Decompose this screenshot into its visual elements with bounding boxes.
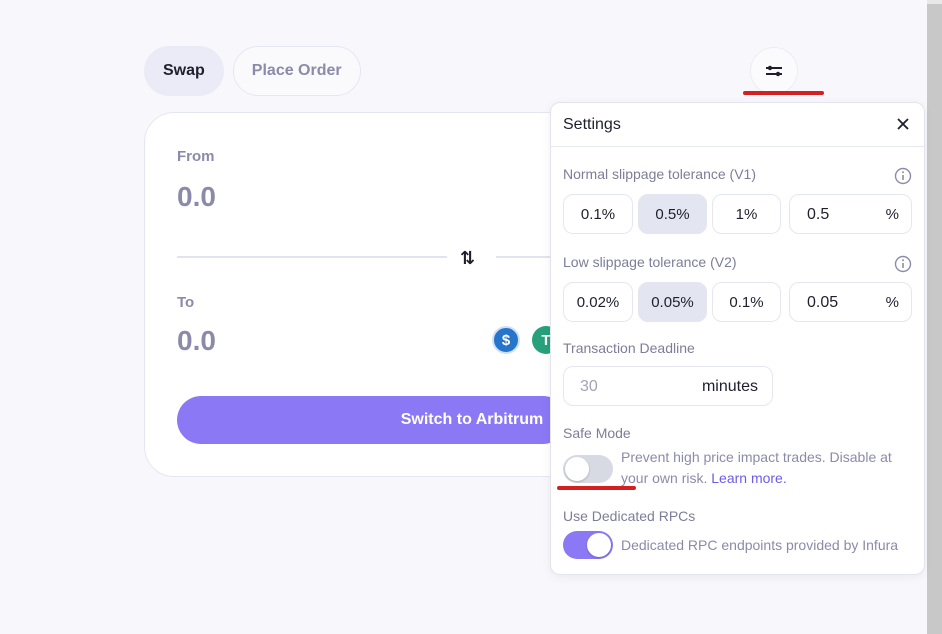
close-icon[interactable] <box>894 115 912 133</box>
usdc-coin-icon[interactable]: $ <box>492 326 520 354</box>
swap-direction-icon[interactable]: ⇅ <box>460 248 475 269</box>
low-slippage-option[interactable]: 0.1% <box>712 282 781 322</box>
page-scrollbar[interactable] <box>927 0 942 634</box>
low-slippage-custom-input[interactable]: 0.05 % <box>789 282 912 322</box>
percent-unit: % <box>885 294 899 311</box>
safe-mode-label: Safe Mode <box>563 425 631 441</box>
low-slippage-label: Low slippage tolerance (V2) <box>563 254 737 270</box>
settings-header: Settings <box>551 103 924 147</box>
normal-slippage-label: Normal slippage tolerance (V1) <box>563 166 756 182</box>
dedicated-rpcs-toggle[interactable] <box>563 531 613 559</box>
settings-panel: Settings Normal slippage tolerance (V1) … <box>550 102 925 575</box>
custom-value: 0.5 <box>807 206 830 223</box>
info-icon[interactable] <box>894 167 912 185</box>
annotation-underline-safe-mode <box>557 486 636 490</box>
divider-right <box>496 256 556 258</box>
low-slippage-option[interactable]: 0.05% <box>638 282 707 322</box>
normal-slippage-custom-input[interactable]: 0.5 % <box>789 194 912 234</box>
normal-slippage-option[interactable]: 0.5% <box>638 194 707 234</box>
deadline-input[interactable]: 30 minutes <box>563 366 773 406</box>
switch-network-button[interactable]: Switch to Arbitrum <box>177 396 567 444</box>
deadline-label: Transaction Deadline <box>563 340 695 356</box>
dedicated-rpcs-description: Dedicated RPC endpoints provided by Infu… <box>621 537 899 553</box>
deadline-placeholder: 30 <box>580 378 598 395</box>
from-amount-input[interactable]: 0.0 <box>177 181 216 213</box>
safe-mode-toggle[interactable] <box>563 455 613 483</box>
to-label: To <box>177 294 195 311</box>
custom-value: 0.05 <box>807 294 839 311</box>
deadline-unit: minutes <box>701 378 758 395</box>
percent-unit: % <box>885 206 899 223</box>
divider-left <box>177 256 447 258</box>
from-label: From <box>177 148 215 165</box>
mode-tabs: Swap Place Order <box>144 46 361 96</box>
normal-slippage-option[interactable]: 0.1% <box>563 194 633 234</box>
toggle-knob <box>587 533 611 557</box>
annotation-underline-settings <box>743 91 824 95</box>
scrollbar-top <box>927 0 942 4</box>
to-amount-input[interactable]: 0.0 <box>177 325 216 357</box>
low-slippage-option[interactable]: 0.02% <box>563 282 633 322</box>
settings-title: Settings <box>563 116 621 133</box>
info-icon[interactable] <box>894 255 912 273</box>
tab-place-order[interactable]: Place Order <box>232 46 361 96</box>
dedicated-rpcs-label: Use Dedicated RPCs <box>563 508 696 524</box>
toggle-knob <box>565 457 589 481</box>
normal-slippage-option[interactable]: 1% <box>712 194 781 234</box>
sliders-icon <box>766 65 782 77</box>
settings-button[interactable] <box>750 47 798 95</box>
learn-more-link[interactable]: Learn more. <box>711 470 786 486</box>
tab-swap[interactable]: Swap <box>144 46 224 96</box>
safe-mode-description: Prevent high price impact trades. Disabl… <box>621 447 911 489</box>
